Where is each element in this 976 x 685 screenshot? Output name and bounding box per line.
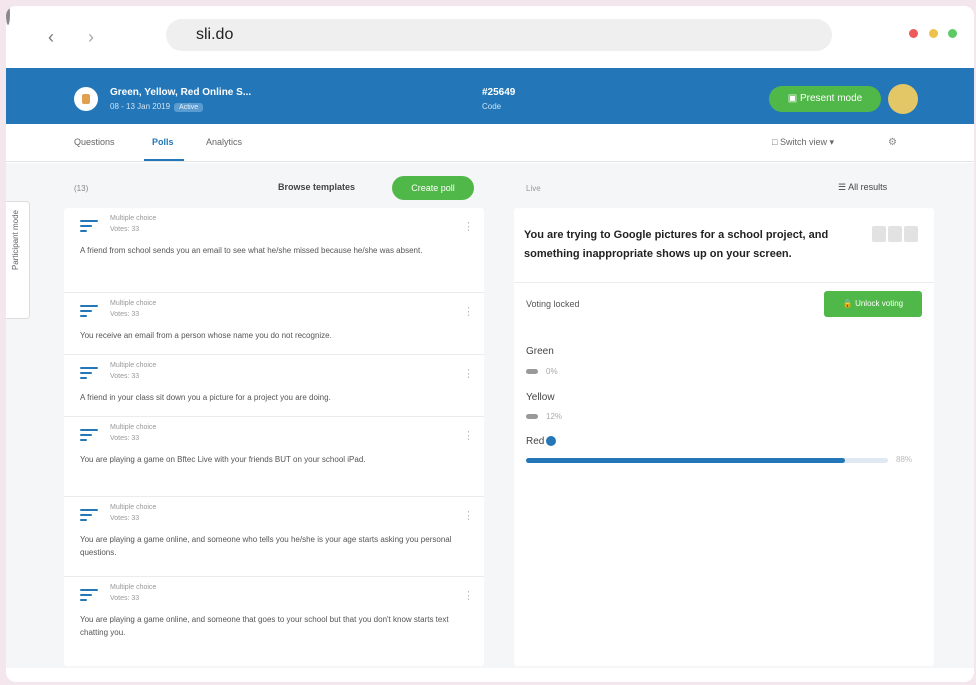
eye-icon bbox=[526, 369, 538, 375]
participant-mode-label: Participant mode bbox=[11, 210, 20, 271]
event-date: 08 - 13 Jan 2019 Active bbox=[110, 102, 204, 112]
divider bbox=[514, 282, 934, 283]
result-bar-fill bbox=[526, 458, 845, 463]
poll-question: You are playing a game on Bftec Live wit… bbox=[80, 455, 366, 464]
event-code-label: Code bbox=[482, 102, 502, 111]
poll-item[interactable]: Multiple choice Votes: 33 ⋮ A friend in … bbox=[64, 355, 484, 417]
poll-item[interactable]: Multiple choice Votes: 33 ⋮ You are play… bbox=[64, 497, 484, 577]
forward-arrow-icon[interactable]: › bbox=[88, 25, 94, 49]
avatar[interactable] bbox=[888, 84, 918, 114]
all-results-label: All results bbox=[848, 182, 888, 192]
more-vertical-icon[interactable]: ⋮ bbox=[463, 220, 474, 233]
poll-question: You are playing a game online, and someo… bbox=[80, 615, 449, 637]
poll-controls[interactable] bbox=[872, 226, 922, 242]
browse-templates-button[interactable]: Browse templates bbox=[278, 182, 355, 192]
poll-item[interactable]: Multiple choice Votes: 33 ⋮ You receive … bbox=[64, 293, 484, 355]
poll-votes: Votes: 33 bbox=[110, 226, 140, 233]
live-label: Live bbox=[526, 184, 541, 193]
window-dot-red-icon bbox=[909, 29, 918, 38]
option-label-text: Red bbox=[526, 436, 545, 447]
option-percent-value: 12% bbox=[546, 412, 563, 421]
browser-toolbar: ‹ › sli.do bbox=[6, 6, 974, 68]
event-code: #25649 bbox=[482, 87, 516, 98]
event-date-text: 08 - 13 Jan 2019 bbox=[110, 102, 171, 111]
poll-question: A friend in your class sit down you a pi… bbox=[80, 393, 331, 402]
result-bar-track bbox=[526, 458, 888, 463]
option-percent-value: 88% bbox=[896, 455, 913, 464]
eye-icon bbox=[526, 414, 538, 420]
poll-item[interactable]: Multiple choice Votes: 33 ⋮ You are play… bbox=[64, 577, 484, 666]
poll-question: You receive an email from a person whose… bbox=[80, 331, 332, 340]
poll-list: Multiple choice Votes: 33 ⋮ A friend fro… bbox=[64, 208, 484, 666]
more-vertical-icon[interactable]: ⋮ bbox=[463, 589, 474, 602]
option-label-correct: Red bbox=[526, 436, 557, 447]
back-arrow-icon[interactable]: ‹ bbox=[48, 25, 54, 49]
poll-bars-icon bbox=[80, 589, 98, 601]
option-percent: 12% bbox=[526, 412, 562, 421]
tab-analytics[interactable]: Analytics bbox=[206, 137, 242, 147]
switch-view-dropdown[interactable]: □ Switch view ▾ bbox=[772, 137, 834, 148]
poll-votes: Votes: 33 bbox=[110, 595, 140, 602]
unlock-voting-label: Unlock voting bbox=[855, 299, 904, 308]
window-dot-green-icon bbox=[948, 29, 957, 38]
present-mode-label: Present mode bbox=[799, 93, 863, 104]
address-bar[interactable]: sli.do bbox=[166, 19, 832, 51]
poll-item[interactable]: Multiple choice Votes: 33 ⋮ A friend fro… bbox=[64, 208, 484, 293]
event-status-badge: Active bbox=[174, 103, 204, 112]
option-label: Green bbox=[526, 346, 554, 357]
poll-question: A friend from school sends you an email … bbox=[80, 246, 423, 255]
poll-type: Multiple choice bbox=[110, 362, 157, 369]
browser-window: ‹ › sli.do Green, Yellow, Red Online S..… bbox=[6, 6, 974, 682]
check-badge-icon bbox=[546, 436, 557, 447]
option-label: Yellow bbox=[526, 392, 555, 403]
poll-results-card bbox=[514, 208, 934, 666]
poll-votes: Votes: 33 bbox=[110, 435, 140, 442]
poll-question: You are playing a game online, and someo… bbox=[80, 535, 452, 557]
gear-icon[interactable]: ⚙ bbox=[888, 137, 897, 148]
participant-mode-tab[interactable]: Participant mode bbox=[6, 201, 30, 319]
poll-type: Multiple choice bbox=[110, 584, 157, 591]
poll-item[interactable]: Multiple choice Votes: 33 ⋮ You are play… bbox=[64, 417, 484, 497]
tab-polls[interactable]: Polls bbox=[152, 137, 174, 147]
voting-status: Voting locked bbox=[526, 299, 580, 309]
poll-votes: Votes: 33 bbox=[110, 515, 140, 522]
tab-questions[interactable]: Questions bbox=[74, 137, 115, 147]
poll-votes: Votes: 33 bbox=[110, 311, 140, 318]
present-mode-button[interactable]: ▣ Present mode bbox=[769, 86, 881, 112]
more-vertical-icon[interactable]: ⋮ bbox=[463, 305, 474, 318]
poll-bars-icon bbox=[80, 305, 98, 317]
poll-type: Multiple choice bbox=[110, 504, 157, 511]
event-title[interactable]: Green, Yellow, Red Online S... bbox=[110, 87, 251, 98]
create-poll-button[interactable]: Create poll bbox=[392, 176, 474, 200]
window-dot-yellow-icon bbox=[929, 29, 938, 38]
poll-bars-icon bbox=[80, 367, 98, 379]
unlock-voting-button[interactable]: 🔒 Unlock voting bbox=[824, 291, 922, 317]
poll-bars-icon bbox=[80, 429, 98, 441]
poll-bars-icon bbox=[80, 220, 98, 232]
option-percent: 0% bbox=[526, 367, 558, 376]
more-vertical-icon[interactable]: ⋮ bbox=[463, 429, 474, 442]
option-percent-value: 0% bbox=[546, 367, 558, 376]
poll-votes: Votes: 33 bbox=[110, 373, 140, 380]
poll-type: Multiple choice bbox=[110, 424, 157, 431]
more-vertical-icon[interactable]: ⋮ bbox=[463, 509, 474, 522]
poll-type: Multiple choice bbox=[110, 300, 157, 307]
all-results-button[interactable]: ☰ All results bbox=[838, 182, 887, 193]
active-poll-question: You are trying to Google pictures for a … bbox=[524, 229, 829, 260]
switch-view-label: Switch view bbox=[779, 137, 827, 147]
more-vertical-icon[interactable]: ⋮ bbox=[463, 367, 474, 380]
poll-type: Multiple choice bbox=[110, 215, 157, 222]
slido-logo-icon[interactable] bbox=[74, 87, 98, 111]
active-tab-indicator bbox=[144, 159, 184, 161]
polls-count: (13) bbox=[74, 184, 89, 193]
reload-icon[interactable] bbox=[6, 6, 10, 25]
poll-bars-icon bbox=[80, 509, 98, 521]
